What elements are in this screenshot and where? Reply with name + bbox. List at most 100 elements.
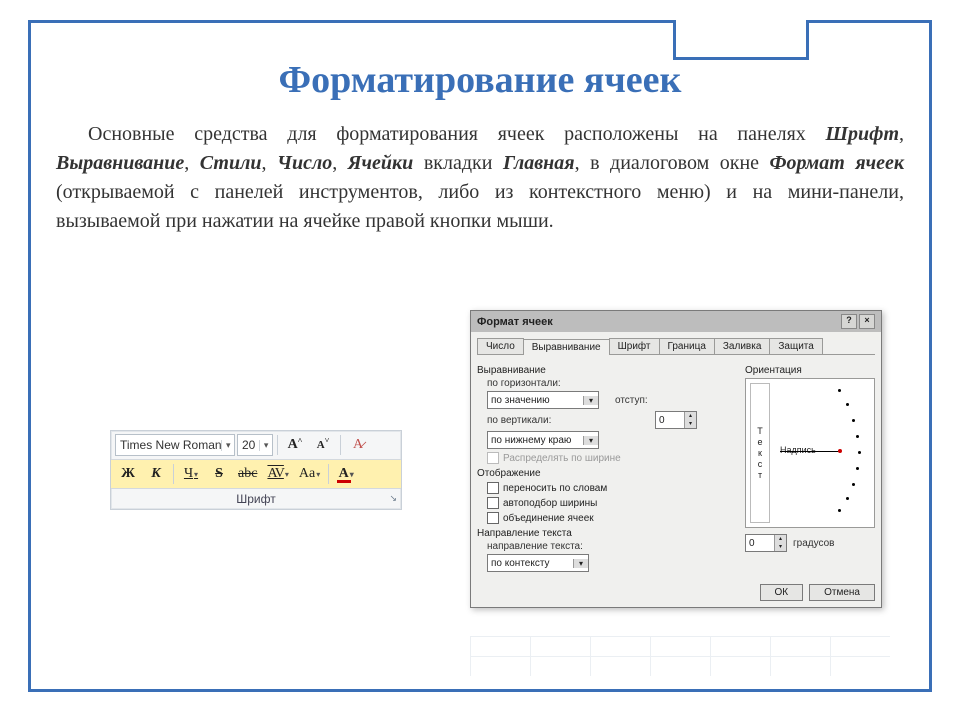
body-c3: , — [262, 152, 278, 174]
character-spacing-button[interactable]: AV▾ — [263, 463, 292, 485]
display-section-label: Отображение — [477, 468, 737, 479]
caret-down-icon: ˅ — [325, 436, 330, 445]
close-icon[interactable]: × — [859, 314, 875, 329]
shrink-to-fit-checkbox[interactable]: автоподбор ширины — [477, 497, 737, 509]
body-c4: , — [332, 152, 348, 174]
font-size-value: 20 — [238, 438, 259, 452]
distribute-checkbox: Распределять по ширине — [477, 452, 737, 464]
orient-char: к — [758, 448, 762, 458]
color-swatch-icon — [337, 480, 351, 483]
shrink-font-button[interactable]: A˅ — [310, 434, 336, 456]
dialog-title-text: Формат ячеек — [477, 316, 553, 328]
horizontal-align-value: по значению — [488, 395, 583, 406]
orient-char: т — [758, 470, 762, 480]
body-t1: Основные средства для форматирования яче… — [88, 123, 825, 145]
checkbox-icon — [487, 497, 499, 509]
checkbox-icon — [487, 482, 499, 494]
horizontal-label: по горизонтали: — [487, 378, 561, 389]
vertical-align-value: по нижнему краю — [488, 435, 583, 446]
char-spacing-icon: AV — [267, 466, 283, 482]
ribbon-group-text: Шрифт — [236, 492, 275, 506]
orientation-vertical-text-button[interactable]: Т е к с т — [750, 383, 770, 523]
vertical-label: по вертикали: — [487, 415, 551, 426]
chevron-down-icon: ▾ — [316, 470, 320, 479]
tab-number[interactable]: Число — [477, 338, 524, 354]
cancel-button[interactable]: Отмена — [809, 584, 875, 601]
separator — [340, 435, 341, 455]
spinner-up-icon[interactable]: ▴ — [684, 412, 696, 420]
merge-cells-checkbox[interactable]: объединение ячеек — [477, 512, 737, 524]
body-b6: Главная — [503, 152, 575, 174]
tab-protection[interactable]: Защита — [769, 338, 822, 354]
change-case-button[interactable]: Aa▾ — [295, 463, 324, 485]
chevron-down-icon: ▾ — [583, 396, 598, 405]
help-icon[interactable]: ? — [841, 314, 857, 329]
tab-font[interactable]: Шрифт — [609, 338, 660, 354]
chevron-down-icon: ▾ — [221, 440, 234, 451]
font-name-combo[interactable]: Times New Roman ▾ — [115, 434, 235, 456]
tab-alignment[interactable]: Выравнивание — [523, 339, 610, 355]
distribute-label: Распределять по ширине — [503, 453, 621, 464]
ribbon-font-group: Times New Roman ▾ 20 ▾ A˄ A˅ A̷ Ж К Ч▾ S… — [110, 430, 402, 510]
tab-fill[interactable]: Заливка — [714, 338, 771, 354]
case-icon: Aa — [299, 466, 315, 482]
merge-cells-label: объединение ячеек — [503, 513, 594, 524]
orient-char: с — [758, 459, 763, 469]
wrap-text-checkbox[interactable]: переносить по словам — [477, 482, 737, 494]
ribbon-group-label: Шрифт ↘ — [111, 489, 401, 509]
chevron-down-icon: ▾ — [573, 559, 588, 568]
text-direction-value: по контексту — [488, 558, 573, 569]
strikethrough-s-button[interactable]: S — [206, 463, 232, 485]
underline-button[interactable]: Ч▾ — [178, 463, 204, 485]
degrees-label: градусов — [793, 538, 834, 549]
slide-title: Форматирование ячеек — [0, 58, 960, 102]
ok-button[interactable]: ОК — [760, 584, 804, 601]
font-size-combo[interactable]: 20 ▾ — [237, 434, 273, 456]
chevron-down-icon: ▾ — [350, 470, 354, 479]
separator — [328, 464, 329, 484]
spinner-down-icon[interactable]: ▾ — [684, 420, 696, 428]
orientation-needle[interactable] — [780, 451, 840, 452]
spinner-down-icon[interactable]: ▾ — [774, 543, 786, 551]
chevron-down-icon: ▾ — [194, 470, 198, 479]
body-c1: , — [899, 123, 904, 145]
chevron-down-icon: ▾ — [259, 440, 272, 451]
shrink-to-fit-label: автоподбор ширины — [503, 498, 597, 509]
orient-char: е — [757, 437, 762, 447]
orientation-needle-label: Надпись — [780, 445, 816, 455]
chevron-down-icon: ▾ — [583, 436, 598, 445]
checkbox-icon — [487, 452, 499, 464]
bold-button[interactable]: Ж — [115, 463, 141, 485]
vertical-align-select[interactable]: по нижнему краю ▾ — [487, 431, 599, 449]
italic-button[interactable]: К — [143, 463, 169, 485]
degrees-spinner[interactable]: 0 ▴▾ — [745, 534, 787, 552]
direction-label: направление текста: — [487, 541, 583, 552]
indent-spinner[interactable]: 0 ▴▾ — [655, 411, 697, 429]
horizontal-align-select[interactable]: по значению ▾ — [487, 391, 599, 409]
spreadsheet-grid-bg — [470, 636, 890, 676]
indent-label: отступ: — [615, 395, 648, 406]
checkbox-icon — [487, 512, 499, 524]
body-paragraph: Основные средства для форматирования яче… — [56, 120, 904, 236]
clear-formatting-button[interactable]: A̷ — [345, 434, 371, 456]
indent-value: 0 — [656, 415, 684, 426]
orientation-widget[interactable]: Т е к с т — [745, 378, 875, 528]
text-direction-select[interactable]: по контексту ▾ — [487, 554, 589, 572]
strikethrough-button[interactable]: abc — [234, 463, 261, 485]
chevron-down-icon: ▾ — [285, 470, 289, 479]
dialog-titlebar[interactable]: Формат ячеек ? × — [471, 311, 881, 332]
tab-border[interactable]: Граница — [659, 338, 715, 354]
dialog-tabs: Число Выравнивание Шрифт Граница Заливка… — [477, 338, 875, 355]
spinner-up-icon[interactable]: ▴ — [774, 535, 786, 543]
wrap-text-label: переносить по словам — [503, 483, 607, 494]
body-t2: вкладки — [413, 152, 503, 174]
caret-up-icon: ˄ — [298, 436, 303, 445]
dialog-launcher-button[interactable]: ↘ — [389, 493, 397, 504]
shrink-font-icon: A — [317, 439, 325, 451]
orient-char: Т — [757, 426, 763, 436]
font-color-button[interactable]: A ▾ — [333, 463, 359, 485]
grow-font-button[interactable]: A˄ — [282, 434, 308, 456]
body-b2: Выравнивание — [56, 152, 184, 174]
font-name-value: Times New Roman — [116, 438, 221, 452]
orientation-arc[interactable]: Надпись — [774, 383, 870, 523]
